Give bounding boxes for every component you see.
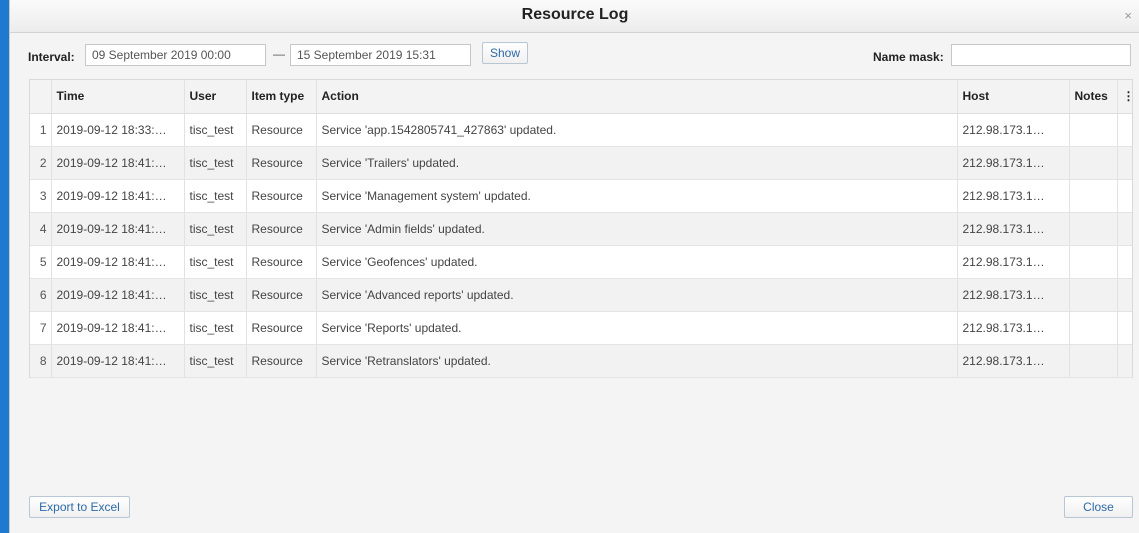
row-filler bbox=[1117, 113, 1132, 147]
interval-to-field[interactable]: 15 September 2019 15:31 bbox=[290, 44, 471, 66]
row-action: Service 'Retranslators' updated. bbox=[316, 344, 958, 378]
row-action: Service 'app.1542805741_427863' updated. bbox=[316, 113, 958, 147]
column-header-notes[interactable]: Notes bbox=[1069, 80, 1118, 114]
name-mask-label: Name mask: bbox=[873, 50, 944, 64]
row-item-type: Resource bbox=[246, 344, 317, 378]
row-action: Service 'Reports' updated. bbox=[316, 311, 958, 345]
row-item-type: Resource bbox=[246, 146, 317, 180]
row-user: tisc_test bbox=[184, 344, 247, 378]
row-notes bbox=[1069, 278, 1118, 312]
row-filler bbox=[1117, 311, 1132, 345]
table-row[interactable]: 1 2019-09-12 18:33:… tisc_test Resource Serv… bbox=[30, 113, 1132, 147]
row-time: 2019-09-12 18:41:… bbox=[51, 179, 185, 213]
row-item-type: Resource bbox=[246, 113, 317, 147]
row-host: 212.98.173.1… bbox=[957, 212, 1070, 246]
show-button[interactable]: Show bbox=[482, 42, 528, 64]
row-filler bbox=[1117, 245, 1132, 279]
row-filler bbox=[1117, 146, 1132, 180]
row-host: 212.98.173.1… bbox=[957, 179, 1070, 213]
table-row[interactable]: 3 2019-09-12 18:41:… tisc_test Resource Serv… bbox=[30, 179, 1132, 213]
row-time: 2019-09-12 18:41:… bbox=[51, 311, 185, 345]
column-header-index bbox=[30, 80, 52, 114]
row-number: 7 bbox=[30, 311, 52, 345]
row-number: 4 bbox=[30, 212, 52, 246]
row-user: tisc_test bbox=[184, 311, 247, 345]
row-host: 212.98.173.1… bbox=[957, 344, 1070, 378]
table-row[interactable]: 7 2019-09-12 18:41:… tisc_test Resource Serv… bbox=[30, 311, 1132, 345]
name-mask-input[interactable] bbox=[951, 44, 1131, 66]
row-time: 2019-09-12 18:41:… bbox=[51, 278, 185, 312]
row-action: Service 'Admin fields' updated. bbox=[316, 212, 958, 246]
dialog-titlebar[interactable]: Resource Log × bbox=[10, 0, 1139, 33]
row-notes bbox=[1069, 179, 1118, 213]
row-action: Service 'Advanced reports' updated. bbox=[316, 278, 958, 312]
row-user: tisc_test bbox=[184, 179, 247, 213]
row-filler bbox=[1117, 212, 1132, 246]
row-notes bbox=[1069, 245, 1118, 279]
row-item-type: Resource bbox=[246, 212, 317, 246]
row-item-type: Resource bbox=[246, 311, 317, 345]
close-button[interactable]: Close bbox=[1064, 496, 1133, 518]
export-to-excel-button[interactable]: Export to Excel bbox=[29, 496, 130, 518]
row-host: 212.98.173.1… bbox=[957, 311, 1070, 345]
row-notes bbox=[1069, 212, 1118, 246]
table-row[interactable]: 4 2019-09-12 18:41:… tisc_test Resource Serv… bbox=[30, 212, 1132, 246]
row-user: tisc_test bbox=[184, 113, 247, 147]
row-action: Service 'Management system' updated. bbox=[316, 179, 958, 213]
resource-log-table: Time User Item type Action Host Notes ⋮ … bbox=[29, 79, 1133, 378]
column-header-time[interactable]: Time bbox=[51, 80, 185, 114]
row-number: 8 bbox=[30, 344, 52, 378]
interval-from-field[interactable]: 09 September 2019 00:00 bbox=[85, 44, 266, 66]
row-notes bbox=[1069, 311, 1118, 345]
row-number: 1 bbox=[30, 113, 52, 147]
row-notes bbox=[1069, 146, 1118, 180]
column-menu-icon[interactable]: ⋮ bbox=[1117, 80, 1132, 114]
row-filler bbox=[1117, 179, 1132, 213]
row-time: 2019-09-12 18:41:… bbox=[51, 212, 185, 246]
column-header-action[interactable]: Action bbox=[316, 80, 958, 114]
row-number: 3 bbox=[30, 179, 52, 213]
row-filler bbox=[1117, 278, 1132, 312]
row-time: 2019-09-12 18:41:… bbox=[51, 344, 185, 378]
row-time: 2019-09-12 18:41:… bbox=[51, 146, 185, 180]
row-action: Service 'Trailers' updated. bbox=[316, 146, 958, 180]
row-number: 2 bbox=[30, 146, 52, 180]
table-row[interactable]: 5 2019-09-12 18:41:… tisc_test Resource Serv… bbox=[30, 245, 1132, 279]
row-action: Service 'Geofences' updated. bbox=[316, 245, 958, 279]
interval-separator: — bbox=[273, 47, 285, 61]
row-item-type: Resource bbox=[246, 278, 317, 312]
filter-bar: Interval: 09 September 2019 00:00 — 15 S… bbox=[10, 42, 1139, 70]
row-user: tisc_test bbox=[184, 212, 247, 246]
column-header-user[interactable]: User bbox=[184, 80, 247, 114]
dialog-title: Resource Log bbox=[521, 6, 629, 23]
row-user: tisc_test bbox=[184, 245, 247, 279]
close-icon[interactable]: × bbox=[1124, 9, 1132, 22]
row-filler bbox=[1117, 344, 1132, 378]
column-header-host[interactable]: Host bbox=[957, 80, 1070, 114]
row-user: tisc_test bbox=[184, 278, 247, 312]
row-user: tisc_test bbox=[184, 146, 247, 180]
row-number: 6 bbox=[30, 278, 52, 312]
row-host: 212.98.173.1… bbox=[957, 245, 1070, 279]
row-time: 2019-09-12 18:33:… bbox=[51, 113, 185, 147]
row-host: 212.98.173.1… bbox=[957, 278, 1070, 312]
row-notes bbox=[1069, 113, 1118, 147]
table-row[interactable]: 6 2019-09-12 18:41:… tisc_test Resource Serv… bbox=[30, 278, 1132, 312]
table-row[interactable]: 8 2019-09-12 18:41:… tisc_test Resource Serv… bbox=[30, 344, 1132, 378]
table-row[interactable]: 2 2019-09-12 18:41:… tisc_test Resource Serv… bbox=[30, 146, 1132, 180]
table-header-row: Time User Item type Action Host Notes ⋮ bbox=[30, 80, 1132, 114]
interval-label: Interval: bbox=[28, 50, 75, 64]
row-host: 212.98.173.1… bbox=[957, 146, 1070, 180]
column-header-item-type[interactable]: Item type bbox=[246, 80, 317, 114]
row-time: 2019-09-12 18:41:… bbox=[51, 245, 185, 279]
row-item-type: Resource bbox=[246, 245, 317, 279]
row-notes bbox=[1069, 344, 1118, 378]
resource-log-dialog: Resource Log × Interval: 09 September 20… bbox=[9, 0, 1139, 533]
row-item-type: Resource bbox=[246, 179, 317, 213]
row-host: 212.98.173.1… bbox=[957, 113, 1070, 147]
row-number: 5 bbox=[30, 245, 52, 279]
